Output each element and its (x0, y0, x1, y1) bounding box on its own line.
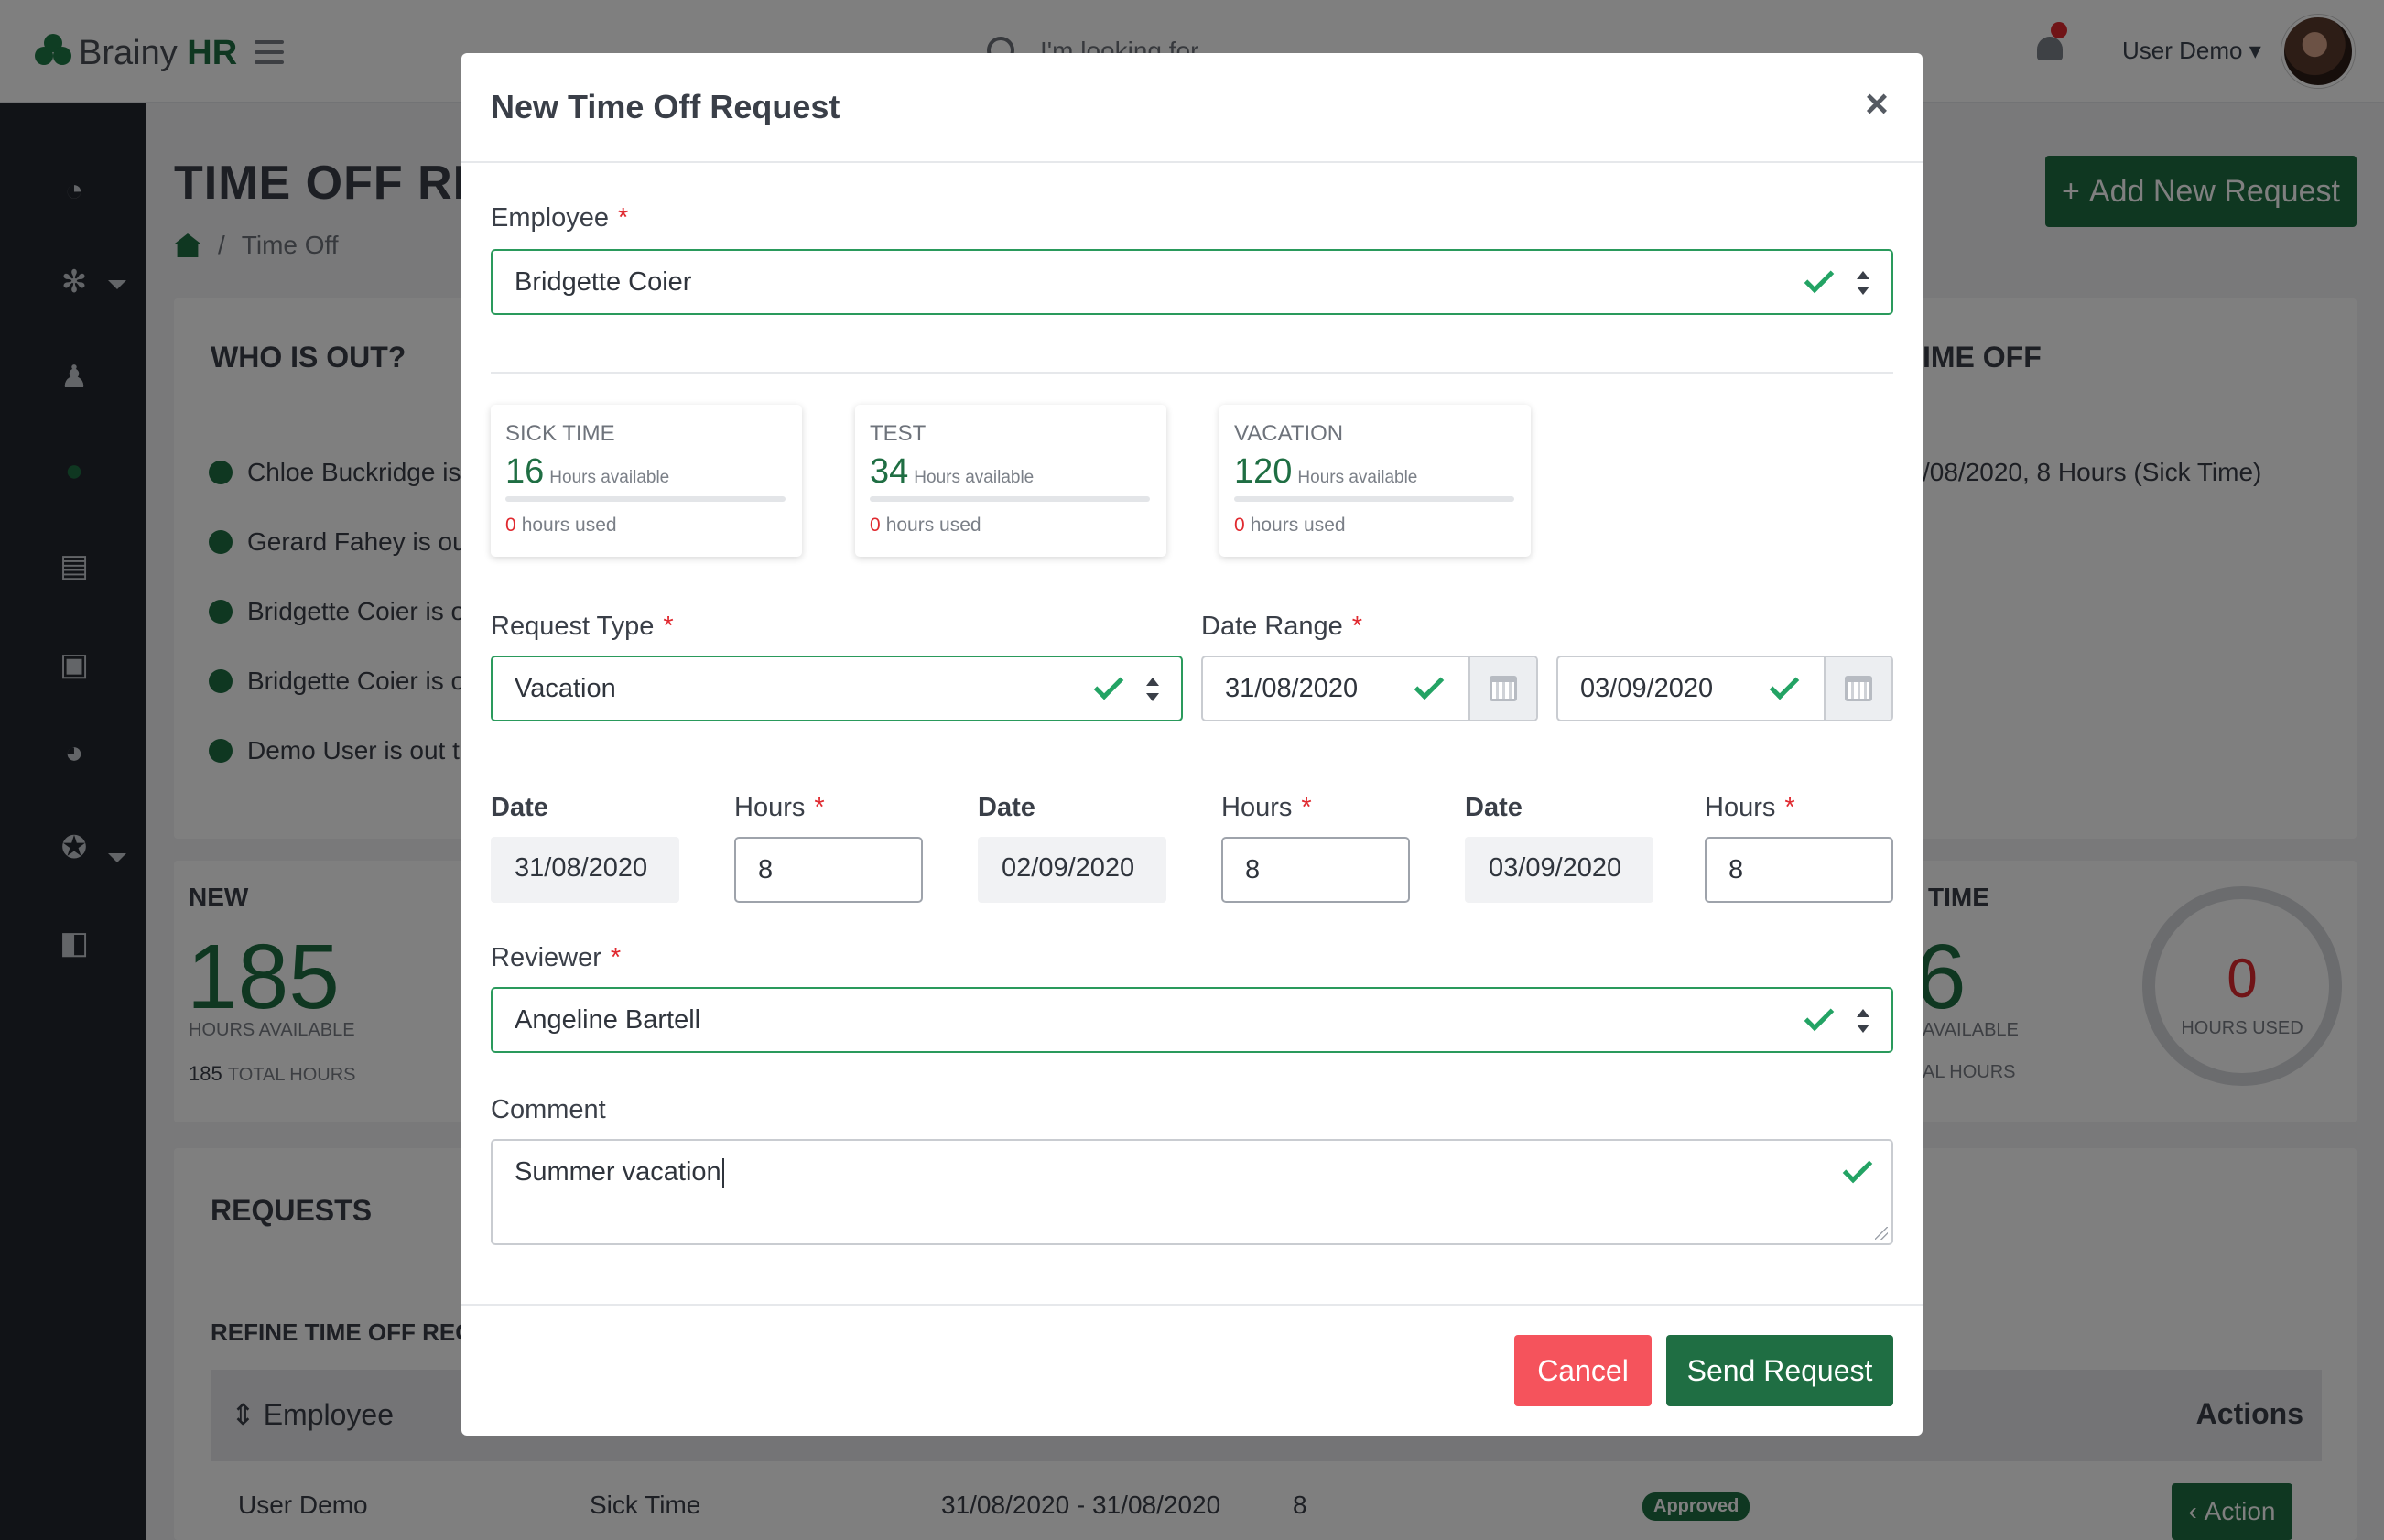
close-icon[interactable]: × (1858, 84, 1895, 125)
day3-date-label: Date (1465, 793, 1523, 822)
request-type-select[interactable]: Vacation (491, 656, 1183, 721)
valid-check-icon (1414, 669, 1445, 700)
select-arrows-icon (1857, 271, 1869, 295)
day1-date-value: 31/08/2020 (491, 837, 679, 903)
calendar-icon (1490, 676, 1517, 701)
day2-date-label: Date (978, 793, 1035, 822)
day2-hours-input[interactable]: 8 (1221, 837, 1410, 903)
modal-footer-divider (461, 1304, 1923, 1306)
request-type-label: Request Type * (491, 612, 674, 641)
text-cursor (721, 1158, 724, 1188)
day1-hours-label: Hours * (734, 793, 825, 822)
modal-title: New Time Off Request (491, 88, 840, 125)
employee-label: Employee * (491, 203, 629, 233)
valid-check-icon (1842, 1153, 1873, 1184)
usage-bar (870, 496, 1150, 502)
day3-hours-input[interactable]: 8 (1705, 837, 1893, 903)
reviewer-select[interactable]: Angeline Bartell (491, 987, 1893, 1053)
balance-card-vacation: VACATION 120 Hours available 0 hours used (1219, 405, 1531, 557)
calendar-icon (1845, 676, 1872, 701)
calendar-button[interactable] (1468, 657, 1536, 720)
select-arrows-icon (1146, 678, 1159, 701)
comment-textarea[interactable]: Summer vacation (491, 1139, 1893, 1245)
day1-date-label: Date (491, 793, 548, 822)
divider (491, 372, 1893, 374)
usage-bar (505, 496, 786, 502)
valid-check-icon (1804, 263, 1835, 294)
date-to-input[interactable]: 03/09/2020 (1556, 656, 1893, 721)
day1-hours-input[interactable]: 8 (734, 837, 923, 903)
send-request-button[interactable]: Send Request (1666, 1335, 1893, 1406)
date-from-input[interactable]: 31/08/2020 (1201, 656, 1538, 721)
calendar-button[interactable] (1824, 657, 1891, 720)
balance-card-sick-time: SICK TIME 16 Hours available 0 hours used (491, 405, 802, 557)
usage-bar (1234, 496, 1514, 502)
valid-check-icon (1769, 669, 1800, 700)
valid-check-icon (1093, 669, 1124, 700)
day3-date-value: 03/09/2020 (1465, 837, 1653, 903)
employee-select[interactable]: Bridgette Coier (491, 249, 1893, 315)
day2-date-value: 02/09/2020 (978, 837, 1166, 903)
cancel-button[interactable]: Cancel (1514, 1335, 1652, 1406)
comment-label: Comment (491, 1095, 606, 1124)
day3-hours-label: Hours * (1705, 793, 1795, 822)
day2-hours-label: Hours * (1221, 793, 1312, 822)
valid-check-icon (1804, 1001, 1835, 1032)
date-range-label: Date Range * (1201, 612, 1363, 641)
balance-card-test: TEST 34 Hours available 0 hours used (855, 405, 1166, 557)
resize-handle-icon[interactable] (1875, 1227, 1888, 1240)
select-arrows-icon (1857, 1009, 1869, 1033)
modal-header: New Time Off Request × (461, 53, 1923, 163)
new-time-off-modal: New Time Off Request × Employee * Bridget… (461, 53, 1923, 1436)
reviewer-label: Reviewer * (491, 943, 622, 972)
